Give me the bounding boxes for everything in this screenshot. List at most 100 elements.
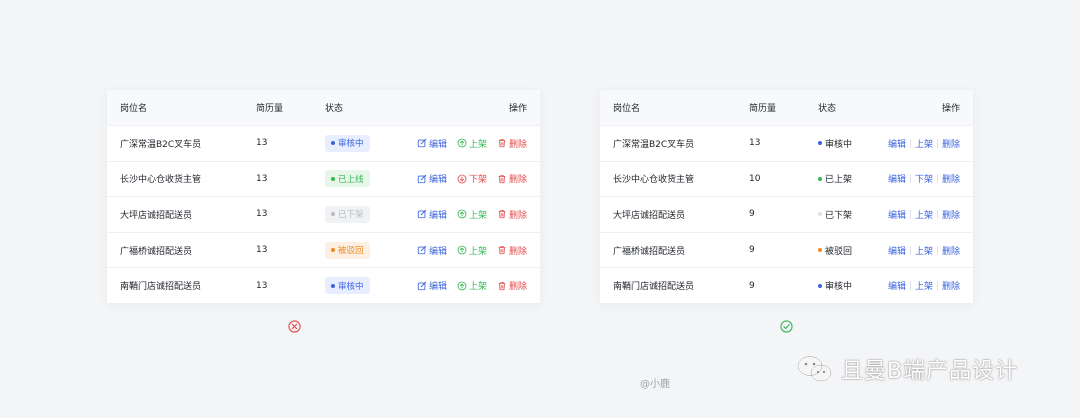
- status-dot: [331, 283, 335, 288]
- divider: [937, 174, 938, 184]
- status-label: 已下架: [825, 210, 853, 221]
- header-count: 简历量: [256, 104, 284, 114]
- header-status: 状态: [818, 104, 837, 114]
- shelf-link[interactable]: 上架: [915, 137, 933, 150]
- status-label: 被驳回: [825, 246, 853, 257]
- shelf-link[interactable]: 上架: [915, 208, 933, 221]
- status-tag: 审核中: [325, 134, 370, 152]
- shelf-label: 上架: [468, 282, 487, 293]
- divider: [910, 138, 911, 148]
- status-label: 审核中: [825, 139, 853, 150]
- table-row: 广深常温B2C叉车员 13 审核中 编辑 上架 删除: [600, 125, 973, 161]
- status-dot: [331, 212, 335, 217]
- edit-label: 编辑: [428, 282, 447, 293]
- status-dot: [818, 212, 822, 217]
- brand-watermark: 且曼B端产品设计: [795, 353, 1018, 385]
- edit-link[interactable]: 编辑: [888, 137, 906, 150]
- job-name: 广福桥诚招配送员: [613, 246, 686, 257]
- status-indicator: 被驳回: [818, 244, 852, 257]
- status-tag: 被驳回: [325, 241, 370, 259]
- delete-link[interactable]: 删除: [942, 244, 960, 257]
- job-name: 南鞘门店诚招配送员: [613, 282, 695, 293]
- edit-link[interactable]: 编辑: [888, 244, 906, 257]
- resume-count: 13: [256, 209, 268, 220]
- divider: [910, 281, 911, 291]
- status-dot: [331, 248, 335, 253]
- check-icon: [780, 320, 793, 333]
- job-name: 广深常温B2C叉车员: [120, 139, 202, 150]
- job-name: 广福桥诚招配送员: [120, 246, 193, 257]
- table-row: 大坪店诚招配送员 9 已下架 编辑 上架 删除: [600, 196, 973, 232]
- status-tag: 已上线: [325, 170, 370, 188]
- status-label: 审核中: [825, 282, 853, 293]
- status-indicator: 已下架: [818, 208, 852, 221]
- table-row: 大坪店诚招配送员 13 已下架 编辑 上架 删除: [107, 196, 540, 232]
- wrong-icon: [288, 320, 301, 333]
- shelf-link[interactable]: 上架: [915, 279, 933, 292]
- resume-count: 13: [256, 280, 268, 291]
- delete-button[interactable]: 删除: [497, 172, 527, 185]
- resume-count: 13: [256, 138, 268, 149]
- divider: [937, 281, 938, 291]
- table-header: 岗位名 简历量 状态 操作: [107, 90, 540, 125]
- status-label: 审核中: [338, 281, 364, 292]
- header-count: 简历量: [749, 104, 777, 114]
- delete-label: 删除: [508, 139, 527, 150]
- delete-link[interactable]: 删除: [942, 172, 960, 185]
- publish-button[interactable]: 上架: [457, 137, 487, 150]
- table-row: 南鞘门店诚招配送员 13 审核中 编辑 上架 删除: [107, 267, 540, 303]
- header-ops: 操作: [941, 104, 960, 114]
- delete-label: 删除: [508, 175, 527, 186]
- edit-button[interactable]: 编辑: [417, 172, 447, 185]
- status-dot: [818, 141, 822, 146]
- delete-label: 删除: [508, 282, 527, 293]
- resume-count: 10: [749, 173, 761, 184]
- status-dot: [331, 141, 335, 146]
- delete-button[interactable]: 删除: [497, 279, 527, 292]
- publish-button[interactable]: 上架: [457, 244, 487, 257]
- edit-button[interactable]: 编辑: [417, 244, 447, 257]
- job-name: 长沙中心仓收货主管: [120, 175, 202, 186]
- divider: [910, 209, 911, 219]
- unpublish-button[interactable]: 下架: [457, 172, 487, 185]
- status-label: 已上架: [825, 175, 853, 186]
- edit-link[interactable]: 编辑: [888, 172, 906, 185]
- edit-button[interactable]: 编辑: [417, 208, 447, 221]
- delete-button[interactable]: 删除: [497, 208, 527, 221]
- resume-count: 13: [256, 173, 268, 184]
- delete-link[interactable]: 删除: [942, 279, 960, 292]
- resume-count: 13: [256, 245, 268, 256]
- resume-count: 9: [749, 245, 755, 256]
- shelf-link[interactable]: 下架: [915, 172, 933, 185]
- edit-button[interactable]: 编辑: [417, 137, 447, 150]
- table-row: 长沙中心仓收货主管 10 已上架 编辑 下架 删除: [600, 160, 973, 197]
- edit-link[interactable]: 编辑: [888, 208, 906, 221]
- wechat-icon: [797, 355, 832, 382]
- divider: [937, 138, 938, 148]
- table-row: 南鞘门店诚招配送员 9 审核中 编辑 上架 删除: [600, 267, 973, 303]
- status-tag: 审核中: [325, 277, 370, 295]
- table-row: 广福桥诚招配送员 9 被驳回 编辑 上架 删除: [600, 231, 973, 268]
- delete-button[interactable]: 删除: [497, 137, 527, 150]
- divider: [937, 245, 938, 255]
- publish-button[interactable]: 上架: [457, 208, 487, 221]
- publish-button[interactable]: 上架: [457, 279, 487, 292]
- delete-button[interactable]: 删除: [497, 244, 527, 257]
- edit-button[interactable]: 编辑: [417, 279, 447, 292]
- shelf-label: 下架: [468, 175, 487, 186]
- delete-link[interactable]: 删除: [942, 137, 960, 150]
- status-label: 已上线: [338, 174, 364, 185]
- job-name: 南鞘门店诚招配送员: [120, 282, 202, 293]
- job-name: 广深常温B2C叉车员: [613, 139, 695, 150]
- status-dot: [818, 283, 822, 288]
- delete-link[interactable]: 删除: [942, 208, 960, 221]
- edit-link[interactable]: 编辑: [888, 279, 906, 292]
- shelf-link[interactable]: 上架: [915, 244, 933, 257]
- edit-label: 编辑: [428, 210, 447, 221]
- divider: [910, 245, 911, 255]
- delete-label: 删除: [508, 246, 527, 257]
- status-dot: [818, 248, 822, 253]
- table-row: 广福桥诚招配送员 13 被驳回 编辑 上架 删除: [107, 231, 540, 268]
- status-label: 已下架: [338, 210, 364, 221]
- table-header: 岗位名 简历量 状态 操作: [600, 90, 973, 125]
